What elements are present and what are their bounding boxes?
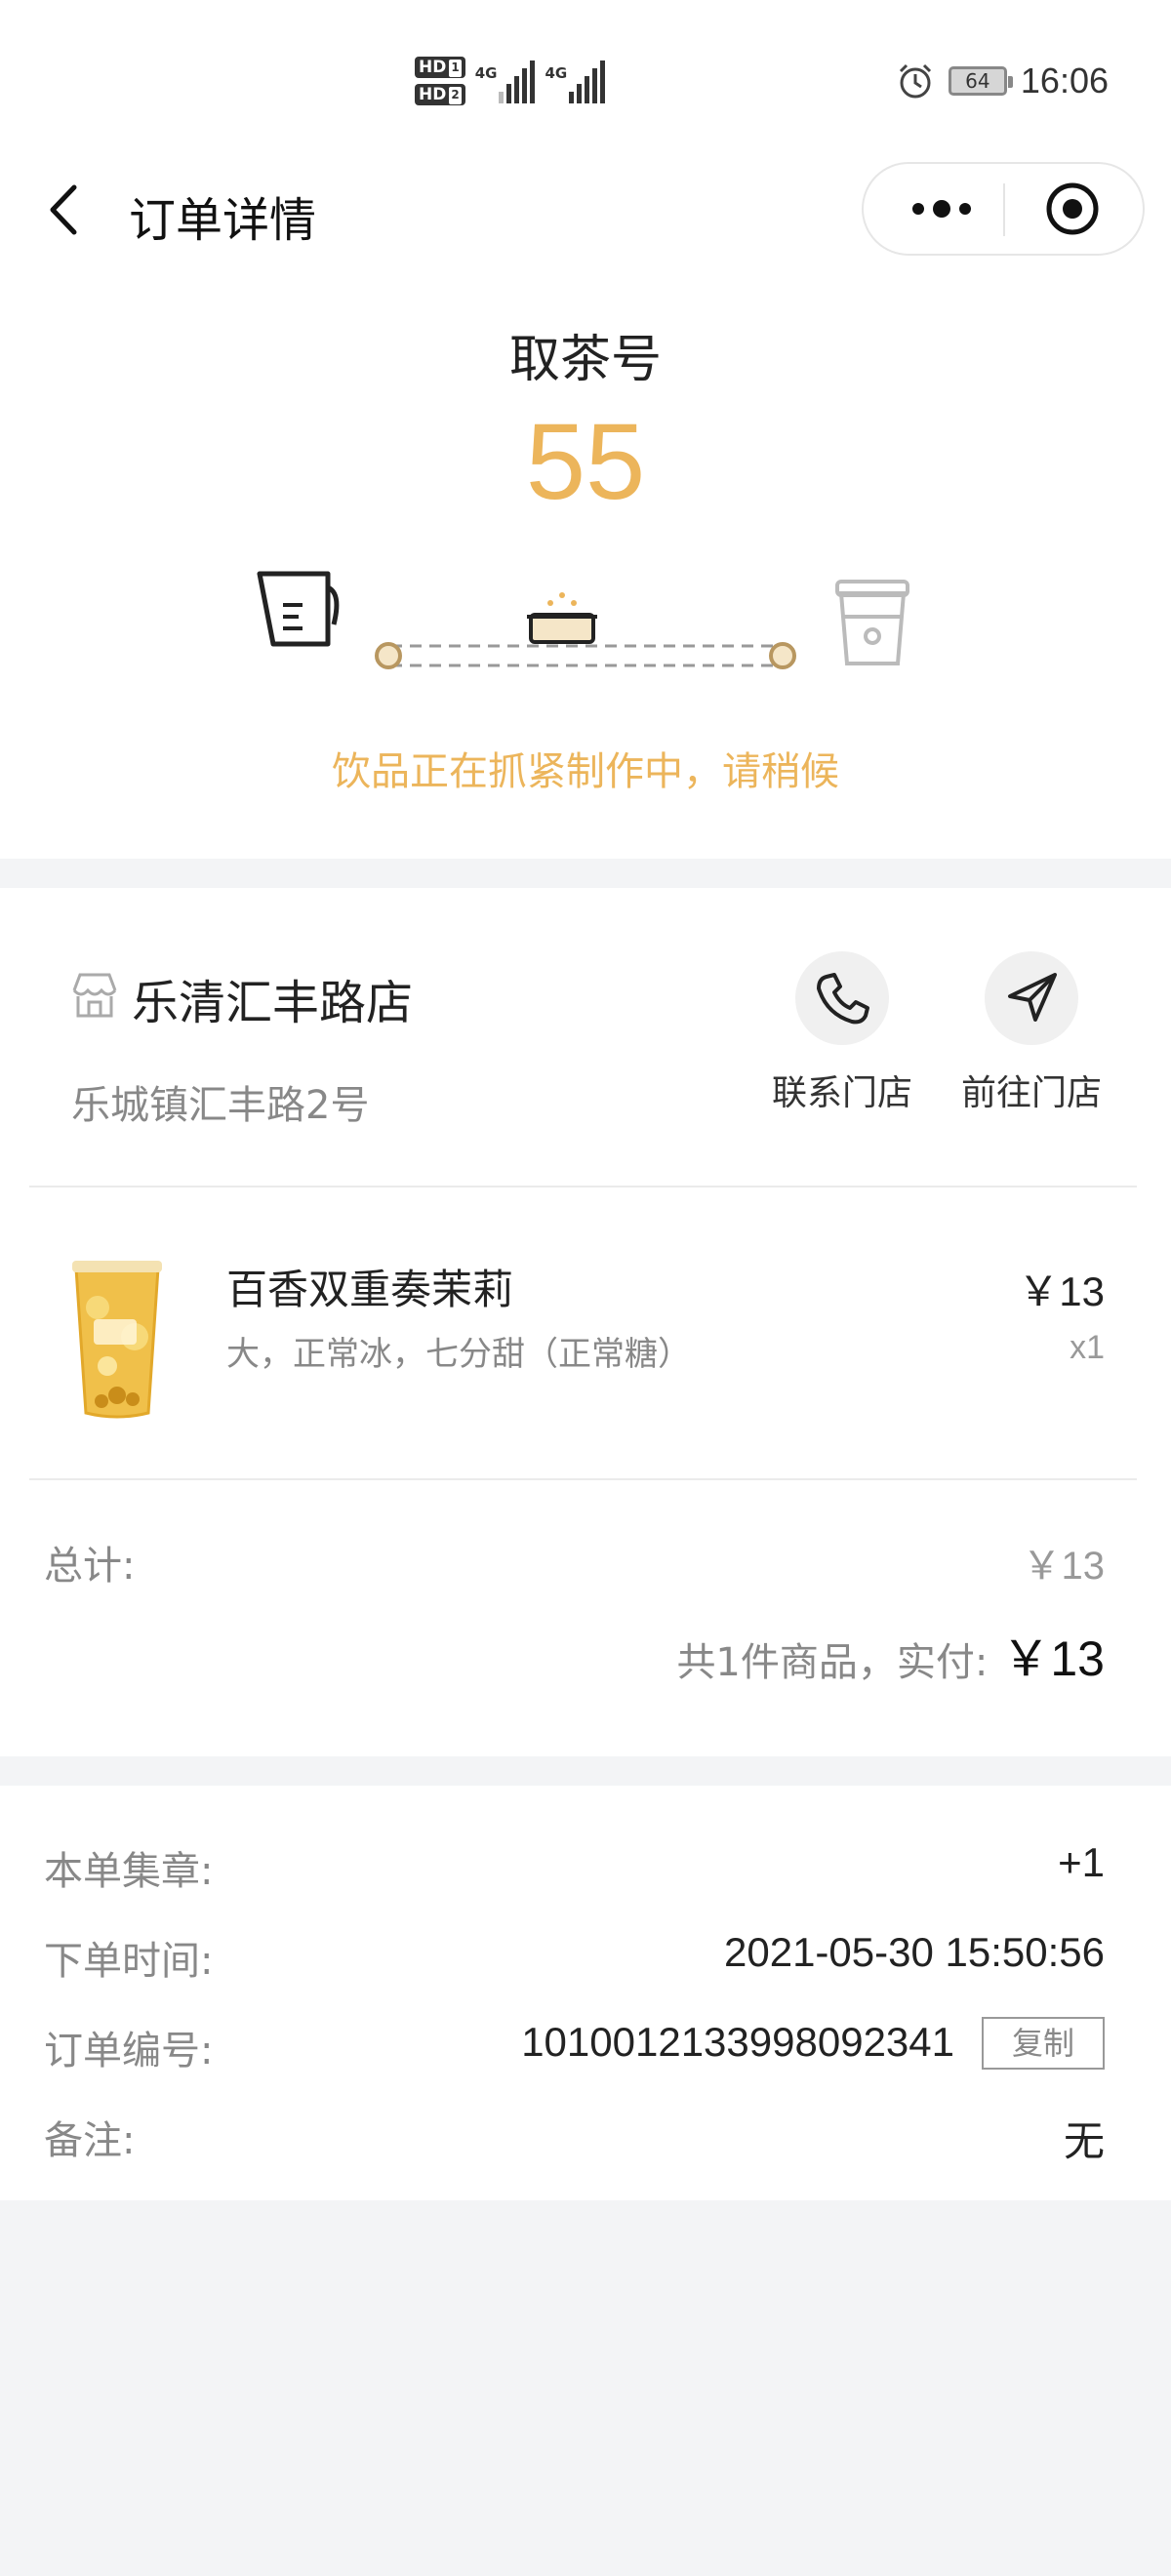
store-name: 乐清汇丰路店 — [132, 976, 414, 1030]
divider — [29, 1478, 1137, 1480]
track-end-dot — [769, 642, 796, 669]
store-icon — [72, 973, 117, 1018]
order-info-card: 本单集章: +1 下单时间: 2021-05-30 15:50:56 订单编号:… — [0, 1786, 1171, 2200]
contact-store-button[interactable]: 联系门店 — [764, 951, 920, 1115]
cup-icon — [835, 580, 909, 665]
stamps-row: 本单集章: +1 — [44, 1839, 1105, 1894]
store-card: 乐清汇丰路店 乐城镇汇丰路2号 联系门店 前往门店 百香双重奏茉莉 大，正常冰，… — [0, 888, 1171, 1756]
shaker-icon — [257, 571, 340, 647]
close-circle-icon[interactable] — [1039, 178, 1106, 240]
phone-icon — [817, 973, 869, 1025]
pickup-number: 55 — [525, 402, 646, 522]
order-status-message: 饮品正在抓紧制作中，请稍候 — [332, 749, 839, 794]
product-quantity: x1 — [1070, 1329, 1105, 1366]
navigate-store-button[interactable]: 前往门店 — [953, 951, 1110, 1115]
mini-program-capsule — [862, 162, 1145, 256]
total-label: 总计: — [44, 1544, 136, 1589]
progress-tracker — [257, 571, 909, 669]
page-title: 订单详情 — [129, 193, 317, 248]
clock: 16:06 — [1020, 60, 1109, 101]
track-start-dot — [375, 642, 402, 669]
order-time-row: 下单时间: 2021-05-30 15:50:56 — [44, 1929, 1105, 1984]
product-price: ￥13 — [1018, 1268, 1105, 1314]
battery-icon: 64 — [948, 66, 1013, 96]
order-number-row: 订单编号: 1010012133998092341 复制 — [44, 2017, 1105, 2077]
copy-button[interactable]: 复制 — [982, 2017, 1105, 2070]
product-name: 百香双重奏茉莉 — [226, 1266, 514, 1313]
more-icon[interactable] — [903, 178, 981, 240]
alarm-icon — [899, 63, 931, 99]
hd-icon: HD 2 — [415, 84, 465, 105]
paid-amount: ￥13 — [1001, 1631, 1105, 1686]
payment-summary: 共1件商品，实付: ￥13 — [676, 1620, 1105, 1690]
note-row: 备注: 无 — [44, 2109, 1105, 2167]
pickup-section: 取茶号 55 饮品正在抓紧制作中，请稍候 — [0, 263, 1171, 859]
order-time-value: 2021-05-30 15:50:56 — [724, 1929, 1105, 1975]
total-value: ￥13 — [1022, 1545, 1106, 1588]
store-address: 乐城镇汇丰路2号 — [71, 1083, 370, 1128]
nav-bar: 订单详情 — [0, 156, 1171, 263]
back-icon[interactable] — [39, 178, 88, 242]
item-count-summary: 共1件商品，实付: — [676, 1640, 989, 1685]
pickup-label: 取茶号 — [508, 331, 662, 389]
prep-box-icon — [527, 592, 597, 644]
stamps-value: +1 — [1058, 1839, 1105, 1885]
navigate-icon — [1008, 973, 1057, 1022]
capsule-separator — [1003, 183, 1005, 236]
signal-icon: 4G — [475, 57, 536, 103]
divider — [29, 1186, 1137, 1187]
note-value: 无 — [1063, 2117, 1105, 2165]
status-bar: HD 1 HD 2 4G 4G 64 16:06 — [0, 0, 1171, 156]
product-spec: 大，正常冰，七分甜（正常糖） — [226, 1335, 691, 1374]
product-image — [72, 1261, 162, 1419]
network-indicators: HD 1 HD 2 4G 4G — [415, 57, 606, 115]
order-number-value: 1010012133998092341 — [521, 2019, 954, 2065]
hd-icon: HD 1 — [415, 57, 465, 78]
signal-icon: 4G — [545, 57, 606, 103]
